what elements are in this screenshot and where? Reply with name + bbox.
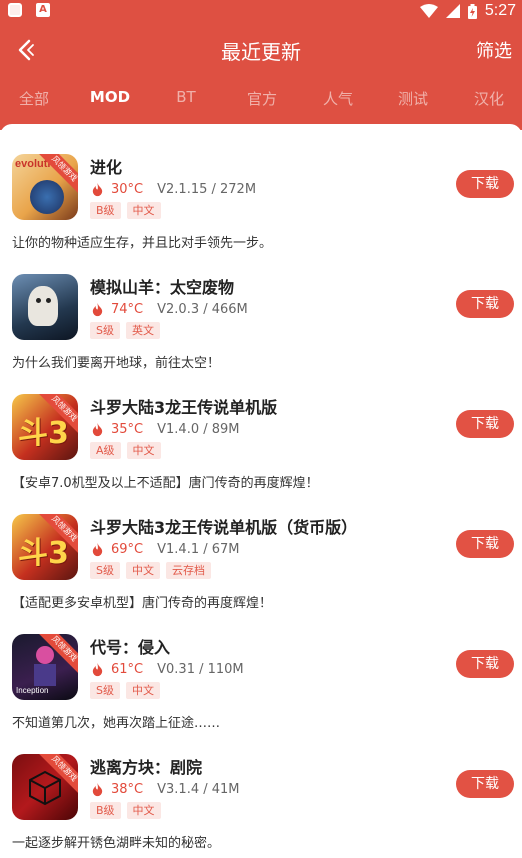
- game-description: 为什么我们要离开地球，前往太空！: [12, 356, 221, 371]
- nav-bar: 最近更新 筛选: [0, 24, 522, 76]
- filter-button[interactable]: 筛选: [476, 37, 512, 63]
- tag-language: 中文: [126, 202, 161, 219]
- game-name[interactable]: 模拟山羊：太空废物: [90, 274, 234, 298]
- game-name[interactable]: 斗罗大陆3龙王传说单机版（货币版）: [90, 514, 357, 538]
- game-description: 【安卓7.0机型及以上不适配】唐门传奇的再度辉煌！: [12, 476, 319, 491]
- battery-icon: [467, 3, 477, 19]
- tab-mod[interactable]: MOD: [80, 88, 140, 106]
- tag-language: 英文: [125, 322, 160, 339]
- app-notification-icon: A: [36, 3, 50, 17]
- temperature: 38°C: [111, 781, 144, 797]
- list-item[interactable]: Inception 风领游戏 代号：侵入 61°C V0.31 / 110M S…: [0, 618, 522, 738]
- wifi-icon: [419, 4, 438, 18]
- game-icon: evolution 风领游戏: [12, 154, 78, 220]
- version-size: V0.31 / 110M: [157, 661, 244, 677]
- tab-bt[interactable]: BT: [156, 88, 216, 106]
- flame-icon: [92, 182, 103, 196]
- status-time: 5:27: [484, 2, 516, 19]
- tag-language: 中文: [125, 562, 160, 579]
- game-icon: Inception 风领游戏: [12, 634, 78, 700]
- tag-rating: S级: [90, 682, 120, 699]
- download-button[interactable]: 下载: [456, 410, 514, 438]
- tab-test[interactable]: 测试: [383, 88, 443, 109]
- game-name[interactable]: 斗罗大陆3龙王传说单机版: [90, 394, 277, 418]
- temperature: 69°C: [111, 541, 144, 557]
- tag-rating: S级: [90, 562, 120, 579]
- game-name[interactable]: 逃离方块：剧院: [90, 754, 202, 778]
- tag-language: 中文: [125, 682, 160, 699]
- download-button[interactable]: 下载: [456, 170, 514, 198]
- tag-rating: B级: [90, 202, 121, 219]
- tag-language: 中文: [126, 442, 161, 459]
- tag-rating: A级: [90, 442, 121, 459]
- game-icon: 斗3 风领游戏: [12, 394, 78, 460]
- status-bar: A 5:27: [0, 0, 522, 24]
- game-list: evolution 风领游戏 进化 30°C V2.1.15 / 272M B级…: [0, 124, 522, 851]
- list-item[interactable]: evolution 风领游戏 进化 30°C V2.1.15 / 272M B级…: [0, 138, 522, 258]
- notification-icon: [8, 3, 22, 17]
- list-item[interactable]: 斗3 风领游戏 斗罗大陆3龙王传说单机版（货币版） 69°C V1.4.1 / …: [0, 498, 522, 618]
- download-button[interactable]: 下载: [456, 530, 514, 558]
- game-icon: 斗3 风领游戏: [12, 514, 78, 580]
- list-item[interactable]: 风领游戏 逃离方块：剧院 38°C V3.1.4 / 41M B级 中文 一起逐…: [0, 738, 522, 858]
- page-title: 最近更新: [221, 40, 301, 64]
- list-item[interactable]: 斗3 风领游戏 斗罗大陆3龙王传说单机版 35°C V1.4.0 / 89M A…: [0, 378, 522, 498]
- flame-icon: [92, 782, 103, 796]
- tab-popular[interactable]: 人气: [308, 88, 368, 109]
- game-name[interactable]: 代号：侵入: [90, 634, 170, 658]
- list-item[interactable]: 模拟山羊：太空废物 74°C V2.0.3 / 466M S级 英文 为什么我们…: [0, 258, 522, 378]
- temperature: 74°C: [111, 301, 144, 317]
- version-size: V1.4.1 / 67M: [157, 541, 240, 557]
- temperature: 35°C: [111, 421, 144, 437]
- version-size: V1.4.0 / 89M: [157, 421, 240, 437]
- download-button[interactable]: 下载: [456, 650, 514, 678]
- version-size: V3.1.4 / 41M: [157, 781, 240, 797]
- download-button[interactable]: 下载: [456, 290, 514, 318]
- category-tabs: 全部 MOD BT 官方 人气 测试 汉化: [0, 88, 522, 116]
- flame-icon: [92, 302, 103, 316]
- tab-chinese[interactable]: 汉化: [459, 88, 519, 109]
- game-name[interactable]: 进化: [90, 154, 122, 178]
- tab-official[interactable]: 官方: [232, 88, 292, 109]
- version-size: V2.0.3 / 466M: [157, 301, 248, 317]
- game-icon: 风领游戏: [12, 754, 78, 820]
- game-icon: [12, 274, 78, 340]
- game-description: 【适配更多安卓机型】唐门传奇的再度辉煌！: [12, 596, 273, 611]
- tag-language: 中文: [126, 802, 161, 819]
- temperature: 61°C: [111, 661, 144, 677]
- game-description: 不知道第几次，她再次踏上征途……: [12, 716, 221, 731]
- tag-rating: B级: [90, 802, 121, 819]
- game-description: 让你的物种适应生存，并且比对手领先一步。: [12, 236, 273, 251]
- flame-icon: [92, 662, 103, 676]
- download-button[interactable]: 下载: [456, 770, 514, 798]
- temperature: 30°C: [111, 181, 144, 197]
- signal-icon: [445, 4, 460, 18]
- tag-cloud-save: 云存档: [165, 562, 211, 579]
- flame-icon: [92, 542, 103, 556]
- version-size: V2.1.15 / 272M: [157, 181, 257, 197]
- tab-all[interactable]: 全部: [4, 88, 64, 109]
- flame-icon: [92, 422, 103, 436]
- tag-rating: S级: [90, 322, 120, 339]
- game-description: 一起逐步解开锈色湖畔未知的秘密。: [12, 836, 221, 851]
